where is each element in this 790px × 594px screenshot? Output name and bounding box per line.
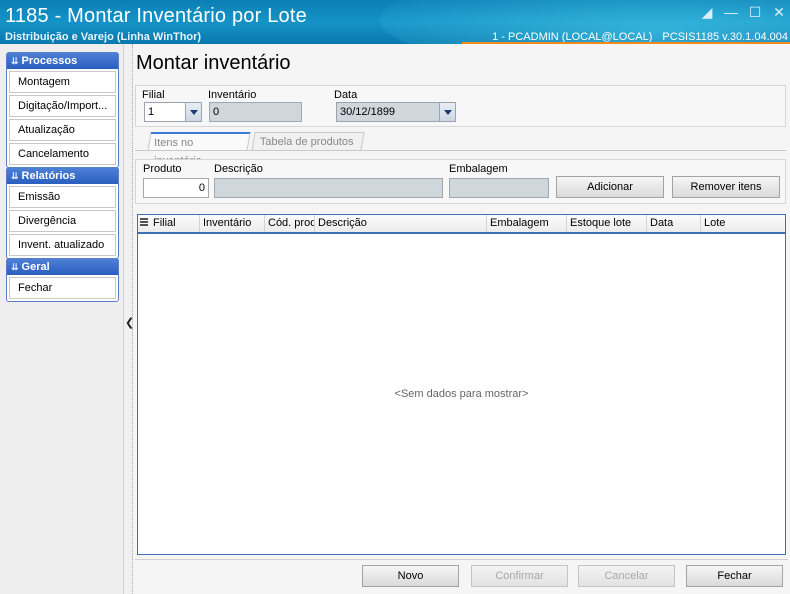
calendar-dropdown-icon[interactable]: [439, 103, 455, 121]
restore-icon[interactable]: ◢: [700, 5, 714, 19]
footer-bar: Novo Confirmar Cancelar Fechar: [135, 559, 788, 592]
remover-itens-button[interactable]: Remover itens: [672, 176, 780, 198]
window-subtitle: Distribuição e Varejo (Linha WinThor): [5, 31, 202, 43]
filial-label: Filial: [142, 89, 165, 101]
chevron-collapse-icon: ⇊: [11, 262, 19, 272]
novo-button[interactable]: Novo: [362, 565, 459, 587]
group-header-relatorios[interactable]: ⇊ Relatórios: [7, 168, 118, 184]
embalagem-field[interactable]: [449, 178, 549, 198]
page-title: Montar inventário: [136, 52, 291, 74]
group-title: Geral: [21, 261, 50, 273]
produto-label: Produto: [143, 163, 182, 175]
group-geral: ⇊ Geral Fechar: [6, 258, 119, 302]
sidebar-item-divergencia[interactable]: Divergência: [9, 210, 116, 232]
chevron-collapse-icon: ⇊: [11, 56, 19, 66]
tab-tabela-de-produtos[interactable]: Tabela de produtos: [251, 132, 365, 151]
sidebar-item-fechar[interactable]: Fechar: [9, 277, 116, 299]
sidebar-item-emissao[interactable]: Emissão: [9, 186, 116, 208]
window-title: 1185 - Montar Inventário por Lote: [5, 5, 307, 27]
tab-divider: [135, 150, 786, 151]
inventario-label: Inventário: [208, 89, 257, 101]
inventario-field[interactable]: 0: [209, 102, 302, 122]
sidebar: ⇊ Processos Montagem Digitação/Import...…: [0, 44, 124, 594]
confirmar-button[interactable]: Confirmar: [471, 565, 568, 587]
filial-combo[interactable]: 1: [144, 102, 202, 122]
group-header-processos[interactable]: ⇊ Processos: [7, 53, 118, 69]
filial-value: 1: [148, 106, 155, 118]
column-header-cod-prod[interactable]: Cód. prod: [265, 215, 315, 232]
close-icon[interactable]: ✕: [772, 5, 786, 19]
column-header-descricao[interactable]: Descrição: [315, 215, 487, 232]
items-grid[interactable]: Filial Inventário Cód. prod Descrição Em…: [137, 214, 786, 555]
sidebar-item-invent-atualizado[interactable]: Invent. atualizado: [9, 234, 116, 256]
adicionar-button[interactable]: Adicionar: [556, 176, 664, 198]
main-content: Montar inventário Filial 1 Inventário 0 …: [133, 44, 790, 594]
column-header-lote[interactable]: Lote: [701, 215, 785, 232]
sidebar-splitter[interactable]: ❮: [124, 44, 134, 594]
group-processos: ⇊ Processos Montagem Digitação/Import...…: [6, 52, 119, 168]
column-header-filial[interactable]: Filial: [150, 215, 200, 232]
produto-field[interactable]: 0: [143, 178, 209, 198]
sidebar-item-digitacao[interactable]: Digitação/Import...: [9, 95, 116, 117]
descricao-label: Descrição: [214, 163, 263, 175]
tab-itens-no-inventario[interactable]: Itens no inventário: [147, 132, 251, 167]
window-controls: ◢ — ☐ ✕: [700, 5, 786, 19]
chevron-collapse-icon: ⇊: [11, 171, 19, 181]
column-header-inventario[interactable]: Inventário: [200, 215, 265, 232]
minimize-icon[interactable]: —: [724, 5, 738, 19]
tab-label: Tabela de produtos: [259, 136, 354, 148]
embalagem-label: Embalagem: [449, 163, 508, 175]
item-form-panel: Produto 0 Descrição Embalagem Adicionar …: [135, 159, 786, 204]
filter-panel: Filial 1 Inventário 0 Data 30/12/1899: [135, 85, 786, 127]
column-header-data[interactable]: Data: [647, 215, 701, 232]
column-header-estoque-lote[interactable]: Estoque lote: [567, 215, 647, 232]
title-bar: 1185 - Montar Inventário por Lote Distri…: [0, 0, 790, 44]
sidebar-item-montagem[interactable]: Montagem: [9, 71, 116, 93]
group-title: Processos: [21, 55, 78, 67]
maximize-icon[interactable]: ☐: [748, 5, 762, 19]
group-header-geral[interactable]: ⇊ Geral: [7, 259, 118, 275]
sidebar-item-atualizacao[interactable]: Atualização: [9, 119, 116, 141]
column-chooser-icon[interactable]: [140, 218, 148, 229]
sidebar-item-cancelamento[interactable]: Cancelamento: [9, 143, 116, 165]
data-label: Data: [334, 89, 358, 101]
data-value: 30/12/1899: [340, 106, 396, 118]
fechar-button[interactable]: Fechar: [686, 565, 783, 587]
data-combo[interactable]: 30/12/1899: [336, 102, 456, 122]
dropdown-arrow-icon[interactable]: [185, 103, 201, 121]
group-relatorios: ⇊ Relatórios Emissão Divergência Invent.…: [6, 167, 119, 259]
descricao-field[interactable]: [214, 178, 443, 198]
column-header-embalagem[interactable]: Embalagem: [487, 215, 567, 232]
group-title: Relatórios: [21, 170, 76, 182]
cancelar-button[interactable]: Cancelar: [578, 565, 675, 587]
grid-header: Filial Inventário Cód. prod Descrição Em…: [138, 215, 785, 234]
grid-empty-message: <Sem dados para mostrar>: [394, 388, 529, 400]
